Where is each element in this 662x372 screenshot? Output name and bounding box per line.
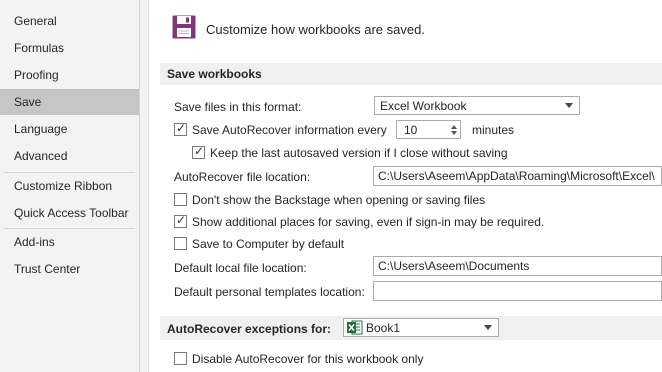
no-backstage-label: Don't show the Backstage when opening or… [192,193,486,207]
sidebar-item-language[interactable]: Language [0,116,139,142]
sidebar-item-label: Quick Access Toolbar [14,206,129,220]
disable-autorecover-checkbox[interactable] [174,352,187,365]
sidebar-item-label: General [14,14,57,28]
excel-icon [347,320,363,335]
sidebar-item-customize-ribbon[interactable]: Customize Ribbon [0,173,139,199]
personal-templates-label: Default personal templates location: [174,285,365,299]
chevron-down-icon [565,103,573,108]
chevron-down-icon [484,325,492,330]
autorecover-label: Save AutoRecover information every [192,123,387,137]
workbook-value: Book1 [366,321,401,335]
checkmark-icon: ✓ [176,213,187,227]
sidebar-item-label: Formulas [14,41,65,55]
sidebar-item-proofing[interactable]: Proofing [0,62,139,88]
autorecover-minutes-spinner[interactable]: 10 [396,120,461,139]
checkmark-icon: ✓ [176,121,187,135]
sidebar-splitter [140,0,149,372]
save-to-computer-label: Save to Computer by default [192,237,345,251]
keep-last-version-label: Keep the last autosaved version if I clo… [210,146,508,160]
sidebar-item-label: Customize Ribbon [14,179,113,193]
autorecover-location-field[interactable] [373,166,662,186]
sidebar-item-label: Proofing [14,68,59,82]
section-title: Save workbooks [167,67,262,81]
autorecover-location-label: AutoRecover file location: [174,170,311,184]
options-sidebar: General Formulas Proofing Save Language … [0,0,140,372]
additional-places-checkbox[interactable]: ✓ [174,213,187,228]
save-format-dropdown[interactable]: Excel Workbook [374,96,580,115]
sidebar-item-add-ins[interactable]: Add-ins [0,229,139,255]
autorecover-location-input[interactable] [374,167,661,185]
keep-last-version-checkbox[interactable]: ✓ [192,144,205,159]
sidebar-item-label: Language [14,122,68,136]
spin-down-icon[interactable] [451,131,457,135]
spin-up-icon[interactable] [451,125,457,129]
save-format-value: Excel Workbook [380,99,467,113]
section-title: AutoRecover exceptions for: [167,322,332,336]
page-title: Customize how workbooks are saved. [206,22,425,37]
sidebar-item-formulas[interactable]: Formulas [0,35,139,61]
default-local-location-input[interactable] [374,257,661,275]
workbook-dropdown[interactable]: Book1 [343,318,499,337]
sidebar-item-advanced[interactable]: Advanced [0,143,139,169]
sidebar-item-quick-access-toolbar[interactable]: Quick Access Toolbar [0,200,139,226]
sidebar-item-trust-center[interactable]: Trust Center [0,256,139,282]
additional-places-label: Show additional places for saving, even … [192,215,545,229]
default-local-location-label: Default local file location: [174,261,307,275]
minutes-label: minutes [472,123,515,137]
sidebar-item-general[interactable]: General [0,8,139,34]
default-local-location-field[interactable] [373,256,662,276]
checkmark-icon: ✓ [194,144,205,158]
autorecover-checkbox[interactable]: ✓ [174,121,187,136]
sidebar-item-label: Trust Center [14,262,81,276]
personal-templates-field[interactable] [373,281,662,301]
no-backstage-checkbox[interactable] [174,193,187,206]
save-to-computer-checkbox[interactable] [174,237,187,250]
sidebar-item-label: Advanced [14,149,68,163]
sidebar-item-save[interactable]: Save [0,89,139,115]
disable-autorecover-label: Disable AutoRecover for this workbook on… [192,352,424,366]
personal-templates-input[interactable] [374,282,661,300]
sidebar-item-label: Save [14,95,42,109]
save-format-label: Save files in this format: [174,100,302,114]
floppy-disk-icon [172,15,196,39]
autorecover-minutes-value: 10 [404,123,418,137]
sidebar-item-label: Add-ins [14,235,55,249]
